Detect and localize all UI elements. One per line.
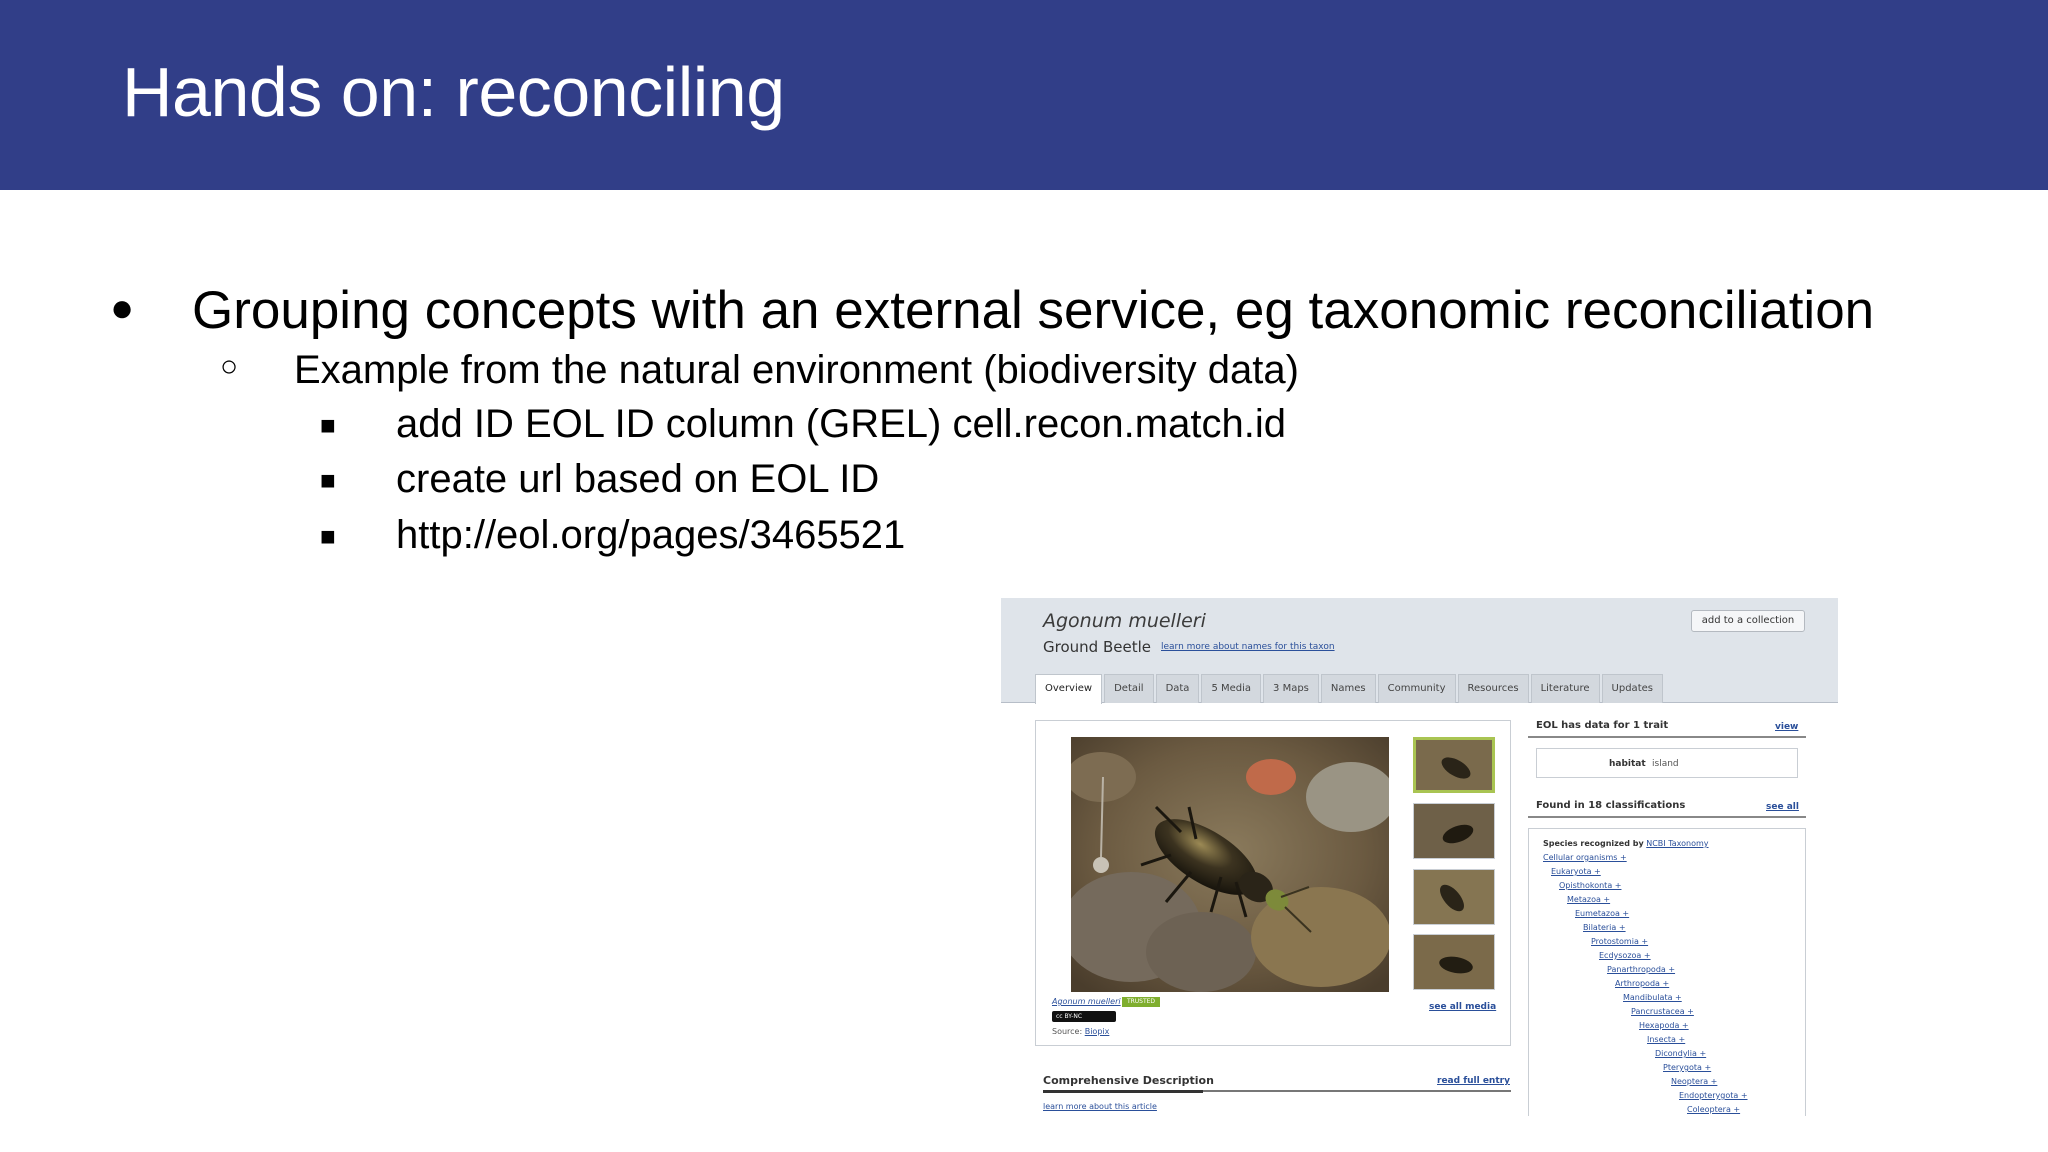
lineage-link[interactable]: Arthropoda + <box>1615 979 1669 988</box>
lineage-link[interactable]: Pterygota + <box>1663 1063 1711 1072</box>
tab-maps[interactable]: 3 Maps <box>1263 674 1319 703</box>
section-divider <box>1528 736 1806 738</box>
lineage-link[interactable]: Ecdysozoa + <box>1599 951 1651 960</box>
tab-names[interactable]: Names <box>1320 674 1376 703</box>
tab-resources[interactable]: Resources <box>1457 674 1529 703</box>
media-caption-link[interactable]: Agonum muelleri <box>1052 997 1121 1006</box>
media-source: Source: Biopix <box>1052 1027 1109 1036</box>
lineage-link[interactable]: Cellular organisms + <box>1543 853 1627 862</box>
classifications-heading: Found in 18 classifications <box>1536 800 1686 811</box>
media-thumbnail[interactable] <box>1413 737 1495 793</box>
lineage-link[interactable]: Protostomia + <box>1591 937 1648 946</box>
bullet-text: create url based on EOL ID <box>396 457 880 501</box>
tab-literature[interactable]: Literature <box>1530 674 1600 703</box>
trait-row: habitat island <box>1536 748 1798 778</box>
lineage-link[interactable]: Metazoa + <box>1567 895 1610 904</box>
slide-header: Hands on: reconciling <box>0 0 2048 190</box>
tab-data[interactable]: Data <box>1155 674 1200 703</box>
traits-heading: EOL has data for 1 trait <box>1536 720 1669 731</box>
slide-title: Hands on: reconciling <box>122 53 785 131</box>
lineage-link[interactable]: Opisthokonta + <box>1559 881 1621 890</box>
beetle-photo[interactable] <box>1071 737 1389 992</box>
tab-updates[interactable]: Updates <box>1601 674 1663 703</box>
tab-overview[interactable]: Overview <box>1035 674 1103 704</box>
learn-names-link[interactable]: learn more about names for this taxon <box>1161 642 1335 652</box>
bullet-text: add ID EOL ID column (GREL) cell.recon.m… <box>396 402 1286 446</box>
lineage-link[interactable]: Insecta + <box>1647 1035 1685 1044</box>
lineage-link[interactable]: Coleoptera + <box>1687 1105 1740 1114</box>
learn-article-link[interactable]: learn more about this article <box>1043 1102 1157 1111</box>
trusted-badge: TRUSTED <box>1122 997 1160 1007</box>
common-name: Ground Beetle <box>1043 638 1151 656</box>
comprehensive-description-heading: Comprehensive Description <box>1043 1074 1214 1087</box>
filled-circle-bullet-icon: ● <box>110 286 135 330</box>
add-to-collection-button[interactable]: add to a collection <box>1691 610 1805 632</box>
classification-tree: Species recognized by NCBI Taxonomy Cell… <box>1528 828 1806 1116</box>
bullet-text: Grouping concepts with an external servi… <box>192 281 1875 340</box>
eol-taxon-header: Agonum muelleri Ground Beetle learn more… <box>1001 598 1838 704</box>
classifications-see-all-link[interactable]: see all <box>1766 802 1799 812</box>
eol-page-screenshot: Agonum muelleri Ground Beetle learn more… <box>1001 598 1838 1116</box>
lineage-link[interactable]: Neoptera + <box>1671 1077 1717 1086</box>
lineage-link[interactable]: Panarthropoda + <box>1607 965 1675 974</box>
read-full-entry-link[interactable]: read full entry <box>1437 1076 1510 1086</box>
section-divider-accent <box>1043 1090 1203 1093</box>
lineage-link[interactable]: Bilateria + <box>1583 923 1626 932</box>
lineage-link[interactable]: Hexapoda + <box>1639 1021 1689 1030</box>
eol-tab-bar: Overview Detail Data 5 Media 3 Maps Name… <box>1035 674 1665 704</box>
lineage-link[interactable]: Dicondylia + <box>1655 1049 1706 1058</box>
scientific-name: Agonum muelleri <box>1043 610 1206 632</box>
square-bullet-icon: ■ <box>320 465 336 495</box>
bullet-text: Example from the natural environment (bi… <box>294 348 1299 392</box>
square-bullet-icon: ■ <box>320 521 336 551</box>
source-label: Source: <box>1052 1027 1083 1036</box>
media-thumbnail[interactable] <box>1413 803 1495 859</box>
hollow-circle-bullet-icon: ○ <box>220 350 239 383</box>
lineage-link[interactable]: Eumetazoa + <box>1575 909 1629 918</box>
recognized-prefix: Species recognized by <box>1543 839 1644 848</box>
tab-detail[interactable]: Detail <box>1104 674 1154 703</box>
lineage-link[interactable]: Pancrustacea + <box>1631 1007 1694 1016</box>
trait-value: island <box>1652 759 1679 769</box>
recognized-by-line: Species recognized by NCBI Taxonomy <box>1543 839 1709 848</box>
section-divider <box>1528 816 1806 818</box>
see-all-media-link[interactable]: see all media <box>1429 1002 1496 1012</box>
media-panel: Agonum muelleri TRUSTED cc BY-NC Source:… <box>1035 720 1511 1046</box>
lineage-link[interactable]: Endopterygota + <box>1679 1091 1748 1100</box>
tab-media[interactable]: 5 Media <box>1201 674 1262 703</box>
ncbi-taxonomy-link[interactable]: NCBI Taxonomy <box>1646 839 1708 848</box>
square-bullet-icon: ■ <box>320 410 336 440</box>
lineage-link[interactable]: Eukaryota + <box>1551 867 1601 876</box>
media-thumbnail[interactable] <box>1413 869 1495 925</box>
bullet-url-text: http://eol.org/pages/3465521 <box>396 513 906 557</box>
traits-view-link[interactable]: view <box>1775 722 1798 732</box>
lineage-link[interactable]: Mandibulata + <box>1623 993 1682 1002</box>
trait-name: habitat <box>1609 759 1646 769</box>
tab-community[interactable]: Community <box>1377 674 1456 703</box>
license-badge[interactable]: cc BY-NC <box>1052 1011 1116 1022</box>
media-thumbnail[interactable] <box>1413 934 1495 990</box>
source-link[interactable]: Biopix <box>1085 1027 1110 1036</box>
